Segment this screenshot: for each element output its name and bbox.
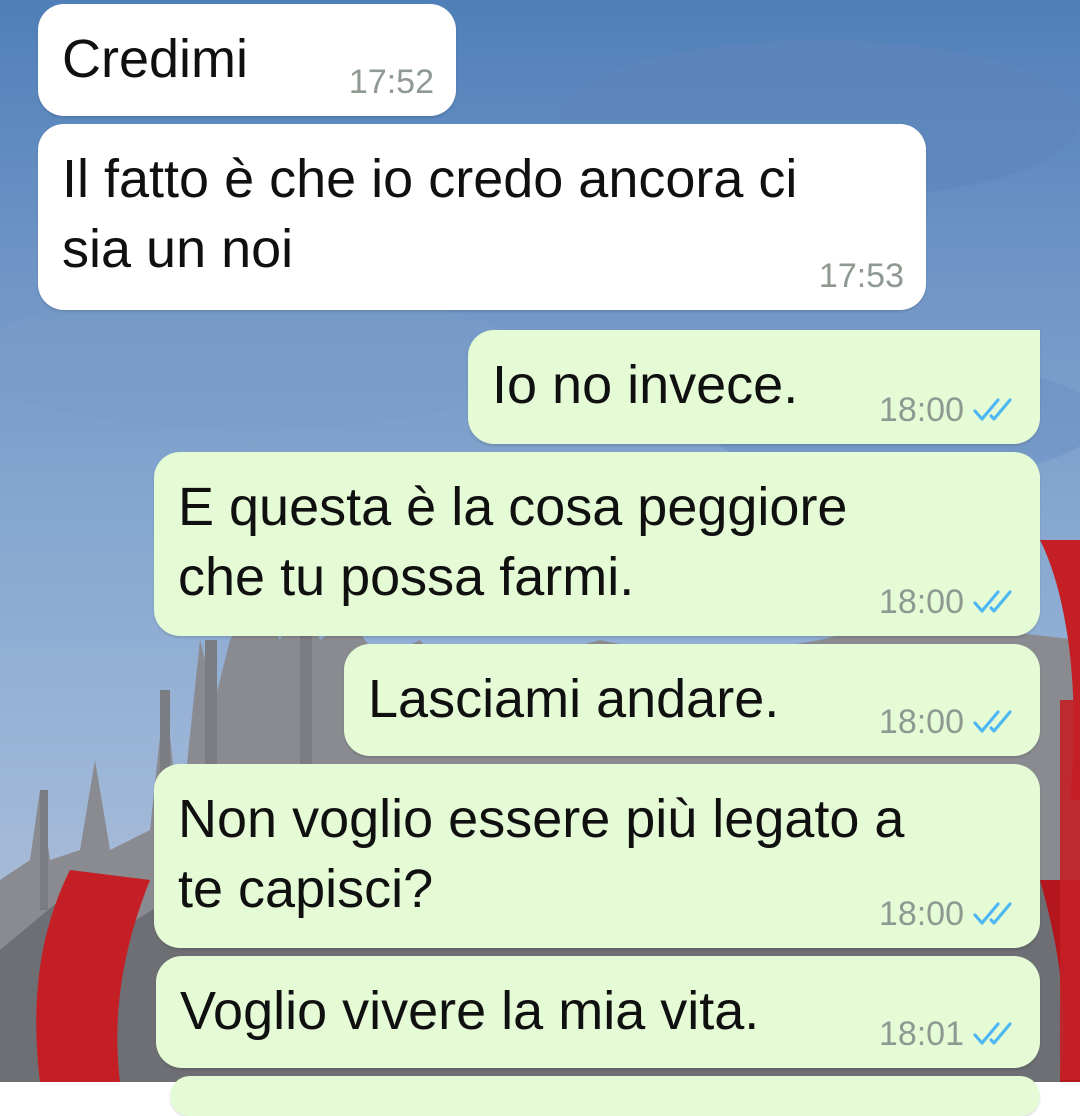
double-check-read-icon xyxy=(973,398,1012,421)
double-check-read-icon xyxy=(973,590,1012,613)
message-bubble-incoming[interactable]: Il fatto è che io credo ancora ci sia un… xyxy=(38,124,926,310)
message-meta: 18:00 xyxy=(879,702,1018,742)
message-time: 18:00 xyxy=(878,895,964,933)
message-time: 18:00 xyxy=(878,391,964,429)
message-meta: 18:00 xyxy=(879,390,1018,430)
message-time: 17:52 xyxy=(348,63,434,101)
message-meta: 17:53 xyxy=(819,256,904,296)
message-meta: 18:00 xyxy=(879,582,1018,622)
double-check-read-icon xyxy=(973,902,1012,925)
message-time: 18:00 xyxy=(878,703,964,741)
message-bubble-outgoing[interactable]: Non voglio essere più legato a te capisc… xyxy=(154,764,1040,948)
message-bubble-outgoing[interactable]: Lasciami andare. 18:00 xyxy=(344,644,1040,756)
message-bubble-outgoing[interactable]: Voglio vivere la mia vita. 18:01 xyxy=(156,956,1040,1068)
message-time: 17:53 xyxy=(818,257,904,295)
message-bubble-outgoing[interactable]: E questa è la cosa peggiore che tu possa… xyxy=(154,452,1040,636)
message-meta: 17:52 xyxy=(349,62,434,102)
message-meta: 18:01 xyxy=(879,1014,1018,1054)
double-check-read-icon xyxy=(973,1022,1012,1045)
message-time: 18:01 xyxy=(878,1015,964,1053)
message-text: Il fatto è che io credo ancora ci sia un… xyxy=(62,149,798,279)
message-time: 18:00 xyxy=(878,583,964,621)
double-check-read-icon xyxy=(973,710,1012,733)
message-bubble-outgoing-partial[interactable] xyxy=(170,1076,1040,1116)
message-meta: 18:00 xyxy=(879,894,1018,934)
message-bubble-incoming[interactable]: Credimi 17:52 xyxy=(38,4,456,116)
message-bubble-outgoing[interactable]: Io no invece. 18:00 xyxy=(468,330,1040,444)
